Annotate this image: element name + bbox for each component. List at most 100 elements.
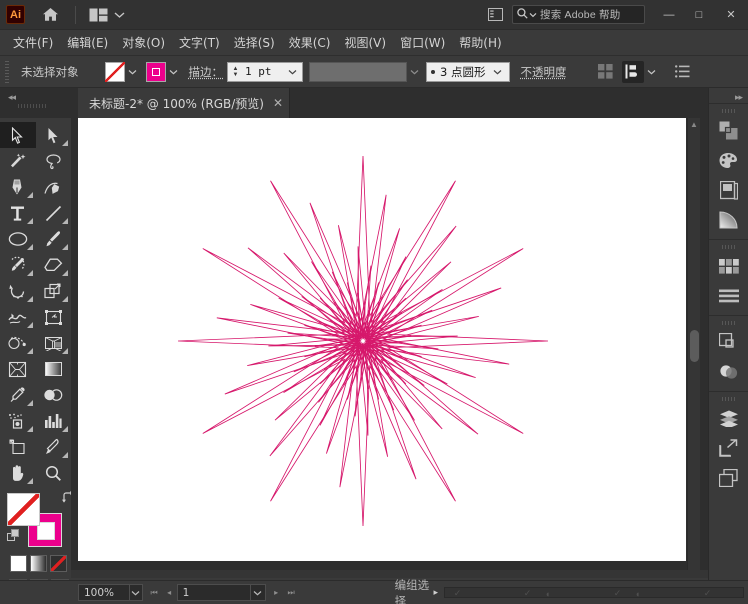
menu-type[interactable]: 文字(T) [172, 31, 227, 54]
curvature-tool[interactable] [36, 174, 72, 200]
rotate-tool[interactable] [0, 278, 36, 304]
zoom-level-field[interactable]: 100% [78, 584, 130, 601]
default-fill-stroke-icon[interactable] [7, 529, 20, 547]
zoom-tool[interactable] [36, 460, 72, 486]
shaper-tool[interactable] [0, 252, 36, 278]
canvas-area[interactable]: ▲ [71, 118, 708, 578]
panel-stroke[interactable] [709, 281, 748, 311]
prev-artboard-icon[interactable]: ◂ [162, 584, 177, 601]
panel-gradient[interactable] [709, 205, 748, 235]
canvas-vertical-scrollbar[interactable]: ▲ [687, 118, 700, 570]
maximize-button[interactable]: □ [684, 0, 714, 30]
fill-color-indicator[interactable] [7, 493, 40, 526]
status-scroll-track[interactable]: ✓ ✓ ◖ ✓ ◖ ✓ [444, 587, 744, 598]
menu-file[interactable]: 文件(F) [6, 31, 60, 54]
menu-edit[interactable]: 编辑(E) [60, 31, 115, 54]
panel-toggle-icon[interactable] [484, 4, 506, 26]
type-tool[interactable] [0, 200, 36, 226]
last-artboard-icon[interactable]: ⏭ [284, 584, 299, 601]
first-artboard-icon[interactable]: ⏮ [147, 584, 162, 601]
variable-width-profile-field[interactable] [309, 61, 407, 82]
blend-tool[interactable] [36, 382, 72, 408]
dock-group-grip[interactable] [721, 245, 736, 249]
artboard-tool[interactable] [0, 434, 36, 460]
search-box[interactable]: 搜索 Adobe 帮助 [512, 5, 645, 24]
play-arrow-icon[interactable]: ▸ [433, 587, 438, 598]
canvas-horizontal-scrollbar[interactable] [71, 570, 708, 578]
gradient-tool[interactable] [36, 356, 72, 382]
menu-help[interactable]: 帮助(H) [452, 31, 508, 54]
next-artboard-icon[interactable]: ▸ [269, 584, 284, 601]
more-options-icon[interactable] [671, 61, 693, 83]
eyedropper-tool[interactable] [0, 382, 36, 408]
close-icon[interactable]: ✕ [273, 97, 283, 109]
ellipse-tool[interactable] [0, 226, 36, 252]
scroll-up-arrow-icon[interactable]: ▲ [688, 120, 700, 129]
magic-wand-tool[interactable] [0, 148, 36, 174]
panel-layers[interactable] [709, 403, 748, 433]
stroke-swatch[interactable] [145, 61, 166, 82]
nested-star-burst-artwork[interactable] [71, 118, 708, 578]
zoom-chevron-down-icon[interactable] [129, 584, 143, 601]
artboard-number-field[interactable]: 1 [176, 584, 251, 601]
free-transform-tool[interactable] [36, 304, 72, 330]
brush-chevron-down-icon[interactable] [490, 62, 505, 82]
panel-artboards[interactable] [709, 433, 748, 463]
menu-object[interactable]: 对象(O) [115, 31, 172, 54]
panel-symbols[interactable] [709, 251, 748, 281]
document-tab[interactable]: 未标题-2* @ 100% (RGB/预览) ✕ [78, 88, 291, 118]
paintbrush-tool[interactable] [36, 226, 72, 252]
dock-collapse-icon[interactable]: ▸▸ [709, 88, 748, 103]
menu-view[interactable]: 视图(V) [337, 31, 393, 54]
menu-effect[interactable]: 效果(C) [282, 31, 338, 54]
minimize-button[interactable]: — [654, 0, 684, 30]
panel-properties[interactable] [709, 115, 748, 145]
width-tool[interactable] [0, 304, 36, 330]
align-chevron-down-icon[interactable] [644, 62, 659, 82]
color-mode-gradient[interactable] [30, 555, 47, 572]
selection-tool[interactable] [0, 122, 36, 148]
artboard-chevron-down-icon[interactable] [250, 584, 266, 601]
variable-width-chevron-down-icon[interactable] [407, 62, 422, 82]
panel-pathfinder[interactable] [709, 327, 748, 357]
fill-chevron-down-icon[interactable] [125, 62, 140, 82]
mesh-tool[interactable] [0, 356, 36, 382]
pen-tool[interactable] [0, 174, 36, 200]
home-icon[interactable] [39, 5, 61, 25]
search-chevron-down-icon[interactable] [529, 9, 537, 21]
scale-tool[interactable] [36, 278, 72, 304]
direct-selection-tool[interactable] [36, 122, 72, 148]
dock-group-grip[interactable] [721, 397, 736, 401]
stroke-weight-stepper[interactable]: ▲ ▼ [230, 63, 241, 81]
color-mode-none[interactable] [50, 555, 67, 572]
brush-definition-field[interactable]: 3 点圆形 [426, 61, 511, 82]
control-bar-grip[interactable] [5, 60, 9, 83]
dock-group-grip[interactable] [721, 321, 736, 325]
color-mode-flat[interactable] [10, 555, 27, 572]
panel-color[interactable] [709, 145, 748, 175]
fill-swatch[interactable] [104, 61, 125, 82]
lasso-tool[interactable] [36, 148, 72, 174]
toolbar-grip[interactable] [18, 104, 46, 108]
line-segment-tool[interactable] [36, 200, 72, 226]
panel-swatches[interactable] [709, 175, 748, 205]
symbol-sprayer-tool[interactable] [0, 408, 36, 434]
opacity-label[interactable]: 不透明度 [520, 64, 566, 80]
arrange-documents-icon[interactable] [89, 8, 108, 22]
hand-tool[interactable] [0, 460, 36, 486]
align-objects-icon[interactable] [622, 60, 645, 83]
eraser-tool[interactable] [36, 252, 72, 278]
shape-builder-tool[interactable] [0, 330, 36, 356]
graphic-style-icon[interactable] [594, 61, 616, 83]
chevron-down-icon[interactable] [114, 6, 125, 24]
slice-tool[interactable] [36, 434, 72, 460]
vertical-scroll-thumb[interactable] [690, 330, 699, 362]
menu-window[interactable]: 窗口(W) [393, 31, 452, 54]
close-button[interactable]: ✕ [714, 0, 748, 30]
panel-libraries[interactable] [709, 463, 748, 493]
stroke-weight-field[interactable]: ▲ ▼ 1 pt [227, 61, 303, 82]
perspective-grid-tool[interactable] [36, 330, 72, 356]
column-graph-tool[interactable] [36, 408, 72, 434]
dock-group-grip[interactable] [721, 109, 736, 113]
stroke-weight-chevron-down-icon[interactable] [285, 62, 300, 82]
